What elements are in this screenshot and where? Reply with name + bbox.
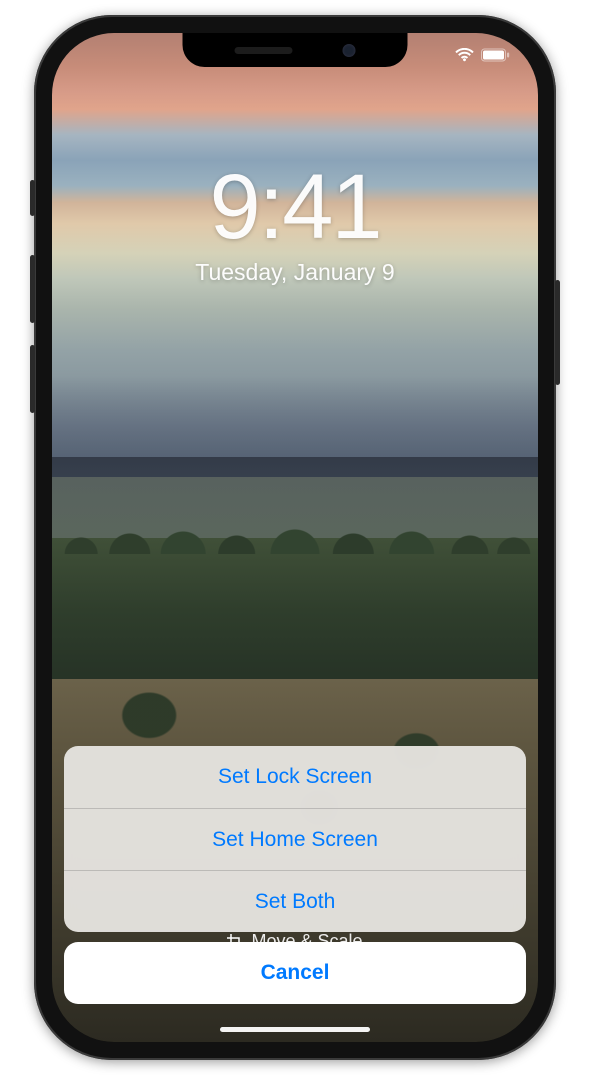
front-camera	[343, 44, 356, 57]
volume-up-button[interactable]	[30, 255, 35, 323]
notch	[183, 33, 408, 67]
status-bar	[455, 43, 510, 67]
lockscreen-clock: 9:41 Tuesday, January 9	[52, 161, 538, 286]
cancel-button[interactable]: Cancel	[64, 942, 526, 1004]
battery-icon	[481, 48, 510, 62]
set-both-button[interactable]: Set Both	[64, 870, 526, 932]
device-frame: 9:41 Tuesday, January 9 Move & Scale Set…	[34, 15, 556, 1060]
set-lock-screen-button[interactable]: Set Lock Screen	[64, 746, 526, 808]
cancel-label: Cancel	[261, 961, 330, 985]
wifi-icon	[455, 48, 474, 62]
clock-time: 9:41	[52, 161, 538, 253]
action-label: Set Home Screen	[212, 828, 378, 852]
speaker-grille	[235, 47, 293, 54]
action-sheet-options: Set Lock Screen Set Home Screen Set Both	[64, 746, 526, 932]
volume-down-button[interactable]	[30, 345, 35, 413]
screen: 9:41 Tuesday, January 9 Move & Scale Set…	[52, 33, 538, 1042]
clock-date: Tuesday, January 9	[52, 259, 538, 286]
action-label: Set Both	[255, 890, 336, 914]
mute-switch[interactable]	[30, 180, 35, 216]
power-button[interactable]	[555, 280, 560, 385]
action-label: Set Lock Screen	[218, 765, 372, 789]
action-sheet: Set Lock Screen Set Home Screen Set Both…	[64, 746, 526, 1004]
set-home-screen-button[interactable]: Set Home Screen	[64, 808, 526, 870]
home-indicator[interactable]	[220, 1027, 370, 1032]
